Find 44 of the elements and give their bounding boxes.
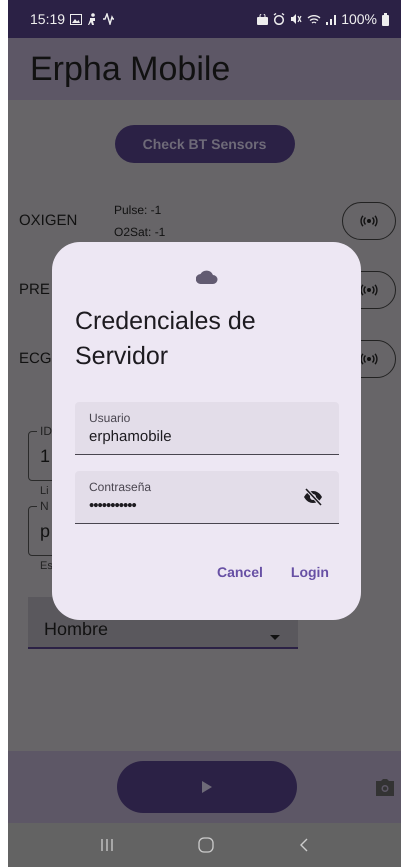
wifi-icon xyxy=(307,14,322,24)
recent-apps-icon xyxy=(100,838,114,852)
lock-icon xyxy=(257,14,268,24)
check-sensors-button[interactable]: Check BT Sensors xyxy=(114,125,294,163)
field-value: ••••••••••• xyxy=(89,497,138,514)
status-time: 15:19 xyxy=(30,11,66,27)
camera-icon[interactable] xyxy=(375,779,395,796)
battery-icon xyxy=(382,12,389,26)
broadcast-icon xyxy=(360,352,378,364)
play-icon xyxy=(202,781,212,793)
field-value: erphamobile xyxy=(89,428,173,445)
app-title: Erpha Mobile xyxy=(30,50,230,88)
cloud-icon xyxy=(196,270,218,284)
field-label: N xyxy=(37,499,52,513)
image-icon xyxy=(70,14,82,24)
text-field[interactable]: Usuario erphamobile xyxy=(75,402,339,455)
field-label: Usuario xyxy=(89,411,132,425)
field-value: 1 xyxy=(40,446,50,466)
dropdown-arrow-icon xyxy=(270,635,280,640)
text-field[interactable]: Contraseña ••••••••••• xyxy=(75,471,339,524)
sensor-reading: Pulse: -1 xyxy=(114,202,162,216)
dialog-action[interactable]: Cancel xyxy=(206,556,273,588)
connect-button[interactable] xyxy=(342,202,396,240)
sensor-name: PRE xyxy=(19,281,51,298)
back-icon xyxy=(298,838,309,852)
eye-off-icon[interactable] xyxy=(303,488,323,506)
field-label: Contraseña xyxy=(89,480,152,494)
helper-text: Li xyxy=(40,485,49,499)
home-icon xyxy=(198,837,214,853)
field-value: p xyxy=(40,520,50,542)
sensor-name: OXIGEN xyxy=(19,212,78,229)
dialog-title: Credenciales de Servidor xyxy=(75,306,257,372)
sensor-reading: O2Sat: -1 xyxy=(114,224,166,238)
signal-icon xyxy=(326,14,336,24)
battery-percent: 100% xyxy=(341,11,377,27)
helper-text: Es xyxy=(40,560,53,574)
play-button[interactable] xyxy=(117,761,297,813)
broadcast-icon xyxy=(360,214,378,226)
figure-icon xyxy=(87,13,98,25)
dialog-action[interactable]: Login xyxy=(280,556,339,588)
broadcast-icon xyxy=(360,284,378,296)
mute-icon xyxy=(290,13,302,25)
waveform-icon xyxy=(102,13,116,25)
alarm-icon xyxy=(273,13,286,25)
